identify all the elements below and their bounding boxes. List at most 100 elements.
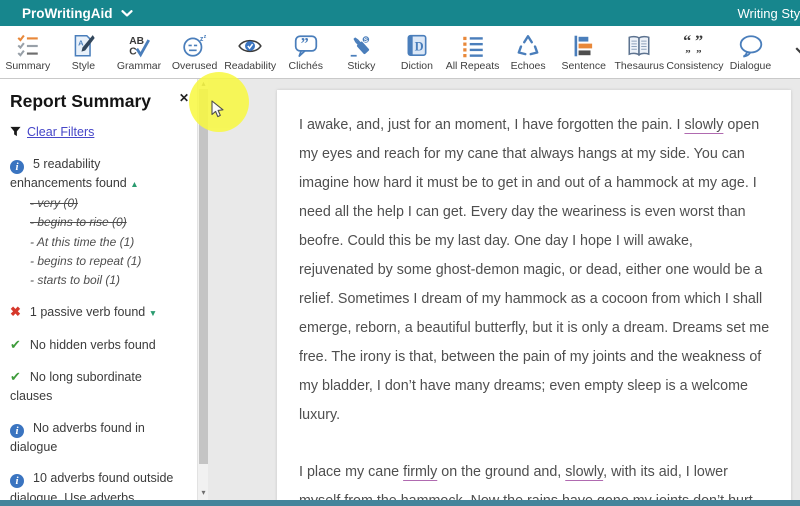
summary-item-text: No long subordinate clauses <box>10 369 142 404</box>
check-icon: ✔ <box>10 336 21 352</box>
doc-text: on the ground and, <box>437 464 566 480</box>
dialogue-icon <box>737 31 765 60</box>
cliches-icon: ” <box>292 31 320 60</box>
topbar: ProWritingAid Writing Styl <box>0 0 800 26</box>
summary-item-text: No adverbs found in dialogue <box>10 420 145 455</box>
svg-text:D: D <box>415 39 424 53</box>
summary-icon <box>14 31 42 60</box>
consistency-icon: “””” <box>681 31 709 60</box>
toolbar-item-label: Overused <box>171 60 218 72</box>
toolbar-item-all-repeats[interactable]: All Repeats <box>445 26 501 78</box>
flagged-word[interactable]: firmly <box>403 464 437 480</box>
overused-icon: zz <box>181 31 209 60</box>
toolbar-item-label: Summary <box>5 60 51 72</box>
app-title: ProWritingAid <box>22 5 113 21</box>
svg-text:”: ” <box>685 47 690 58</box>
subitem[interactable]: - At this time the (1) <box>30 233 197 252</box>
report-toolbar: Summary A Style AB C Grammar z z Overused Readabi… <box>0 26 800 79</box>
sentence-icon <box>570 31 598 60</box>
toolbar-item-label: Dialogue <box>729 60 772 72</box>
close-icon[interactable]: ✕ <box>179 92 189 104</box>
scrollbar-thumb[interactable] <box>199 89 208 464</box>
toolbar-item-consistency[interactable]: “””” Consistency <box>666 26 724 78</box>
subitem-list: - very (0) - begins to rise (0) - At this … <box>30 194 197 290</box>
grammar-icon: AB C <box>125 31 153 60</box>
toolbar-item-style[interactable]: A Style <box>56 26 112 78</box>
sticky-icon: S <box>347 31 375 60</box>
summary-item-text: 10 adverbs found outside dialogue. Use a… <box>10 471 174 500</box>
toolbar-item-thesaurus[interactable]: Thesaurus <box>612 26 668 78</box>
summary-item: i5 readability enhancements found ▲ <box>10 155 185 194</box>
summary-item: i 10 adverbs found outside dialogue. Use … <box>10 469 185 500</box>
toolbar-item-dialogue[interactable]: Dialogue <box>723 26 779 78</box>
doc-text: I place my cane <box>299 464 404 480</box>
clear-filters-link[interactable]: Clear Filters <box>10 125 94 139</box>
toolbar-item-label: Echoes <box>510 60 546 72</box>
subitem[interactable]: - very (0) <box>30 194 197 213</box>
app-window: ProWritingAid Writing Styl Summary A Style… <box>0 0 800 506</box>
subitem[interactable]: - begins to rise (0) <box>30 213 197 232</box>
flagged-word[interactable]: slowly <box>684 117 723 133</box>
toolbar-item-diction[interactable]: D Diction <box>389 26 445 78</box>
expand-down-icon[interactable]: ▼ <box>149 308 157 318</box>
flagged-word[interactable]: slowly <box>565 464 603 480</box>
readability-icon <box>236 31 264 60</box>
subitem[interactable]: - begins to repeat (1) <box>30 252 197 271</box>
toolbar-item-label: Sentence <box>561 60 606 72</box>
svg-text:”: ” <box>696 47 701 58</box>
toolbar-item-pacing[interactable]: P <box>778 26 800 78</box>
editor-workspace: I awake, and, just for an moment, I have… <box>208 79 800 500</box>
document-page[interactable]: I awake, and, just for an moment, I have… <box>277 90 791 500</box>
expand-up-icon[interactable]: ▲ <box>130 179 138 189</box>
toolbar-item-summary[interactable]: Summary <box>0 26 56 78</box>
echoes-icon <box>514 31 542 60</box>
svg-text:AB: AB <box>129 35 144 46</box>
svg-text:A: A <box>79 38 85 47</box>
svg-text:C: C <box>129 46 137 57</box>
style-icon: A <box>69 31 97 60</box>
doc-paragraph[interactable]: I awake, and, just for an moment, I have… <box>299 111 770 430</box>
toolbar-item-sticky[interactable]: S Sticky <box>334 26 390 78</box>
toolbar-item-label: Consistency <box>666 60 724 72</box>
summary-item-text: 1 passive verb found <box>29 305 146 320</box>
bottom-bar <box>0 500 800 506</box>
subitem[interactable]: - starts to boil (1) <box>30 271 197 290</box>
chevron-down-icon <box>120 9 133 17</box>
svg-text:z: z <box>203 33 206 39</box>
summary-item: ✔ No long subordinate clauses <box>10 367 185 407</box>
check-icon: ✔ <box>10 368 21 384</box>
summary-item-text: 5 readability enhancements found <box>10 156 127 190</box>
doc-paragraph[interactable]: I place my cane firmly on the ground and… <box>299 458 770 500</box>
toolbar-item-label: All Repeats <box>445 60 500 72</box>
thesaurus-icon <box>625 31 653 60</box>
diction-icon: D <box>403 31 431 60</box>
toolbar-item-echoes[interactable]: Echoes <box>500 26 556 78</box>
toolbar-item-label: Diction <box>400 60 433 72</box>
toolbar-item-label: Grammar <box>116 60 162 72</box>
info-icon: i <box>10 155 24 174</box>
svg-text:”: ” <box>300 34 308 52</box>
report-summary-panel: Report Summary ✕ Clear Filters i5 readab… <box>0 79 197 500</box>
filter-icon <box>10 126 21 137</box>
toolbar-item-label: Sticky <box>347 60 376 72</box>
summary-item: i No adverbs found in dialogue <box>10 419 185 458</box>
pacing-icon <box>792 31 800 60</box>
doc-text: I awake, and, just for an moment, I have… <box>299 117 685 133</box>
toolbar-item-overused[interactable]: z z Overused <box>167 26 223 78</box>
summary-item: ✖ 1 passive verb found ▼ <box>10 302 185 322</box>
summary-item: ✔ No hidden verbs found <box>10 335 185 355</box>
toolbar-item-label: Readability <box>224 60 277 72</box>
svg-text:S: S <box>364 36 368 43</box>
info-icon: i <box>10 469 24 489</box>
toolbar-item-cliches[interactable]: ” Clichés <box>278 26 334 78</box>
error-icon: ✖ <box>10 304 21 320</box>
sidebar-scrollbar[interactable]: ▴ ▾ <box>197 79 208 500</box>
toolbar-item-label: Thesaurus <box>614 60 665 72</box>
toolbar-item-label: Clichés <box>288 60 323 72</box>
panel-title: Report Summary <box>10 91 152 111</box>
toolbar-item-grammar[interactable]: AB C Grammar <box>111 26 167 78</box>
writing-style-menu[interactable]: Writing Styl <box>738 6 800 21</box>
toolbar-item-sentence[interactable]: Sentence <box>556 26 612 78</box>
app-menu-dropdown[interactable]: ProWritingAid <box>0 6 133 21</box>
toolbar-item-readability[interactable]: Readability <box>222 26 278 78</box>
